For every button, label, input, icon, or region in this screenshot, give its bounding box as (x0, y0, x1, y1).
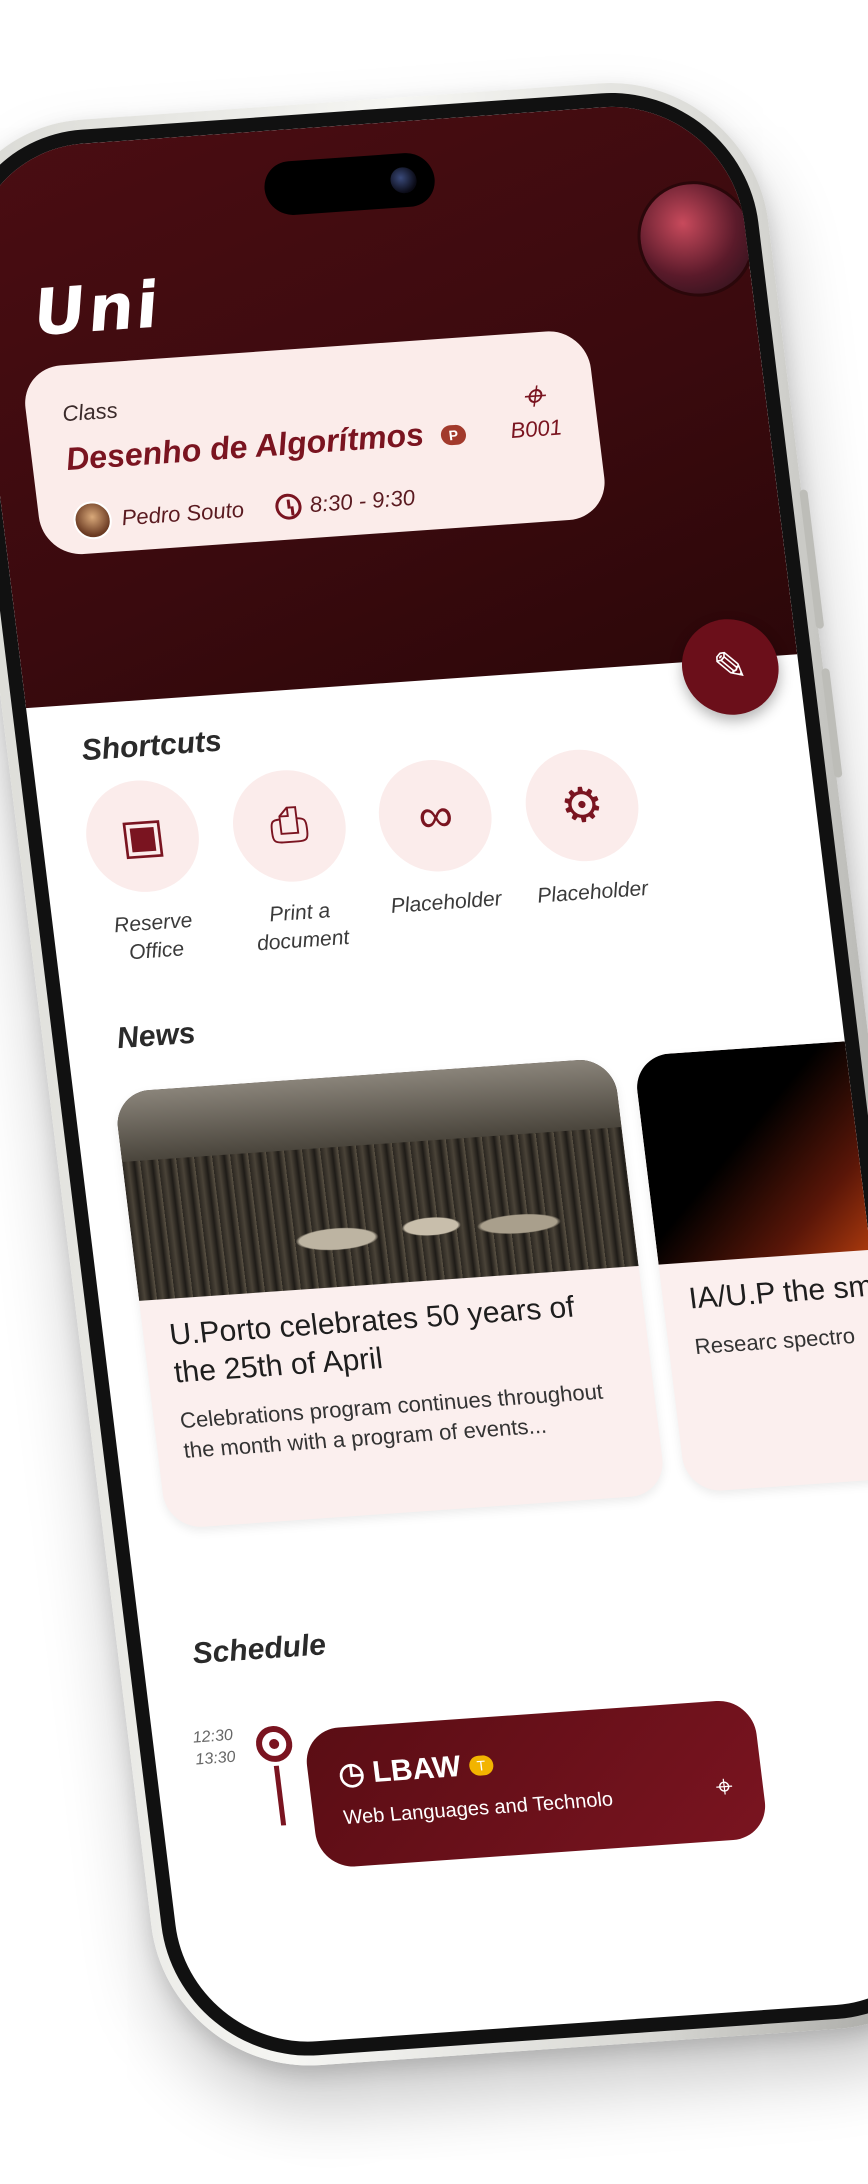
link-icon: ∞ (372, 756, 499, 876)
class-course-title: Desenho de Algorítmos P (64, 413, 468, 478)
current-class-card[interactable]: Class Desenho de Algorítmos P Pedro Sout… (20, 328, 610, 557)
shortcut-label: Print a document (255, 899, 351, 956)
class-location: ⌖ B001 (504, 373, 564, 444)
shortcut-print-document[interactable]: ⎙ Print a document (222, 766, 365, 959)
shortcut-label: Reserve Office (112, 908, 194, 965)
schedule-end: 13:30 (194, 1748, 237, 1769)
news-title: News (115, 1016, 198, 1056)
lesson-card[interactable]: ◷ LBAW T Web Languages and Technolo ⌖ (302, 1698, 770, 1869)
news-image (632, 1038, 868, 1265)
shortcut-placeholder-1[interactable]: ∞ Placeholder (369, 756, 512, 949)
timeline-dot (253, 1724, 295, 1764)
pencil-icon: ✎ (710, 643, 750, 690)
news-image (113, 1057, 639, 1301)
schedule-title: Schedule (190, 1628, 328, 1671)
clock-icon: ◷ (336, 1756, 367, 1792)
gear-icon: ⚙ (519, 745, 645, 865)
class-time-text: 8:30 - 9:30 (308, 484, 417, 518)
timeline-line (273, 1765, 287, 1826)
class-teacher-row: Pedro Souto 8:30 - 9:30 (71, 479, 417, 541)
teacher-name: Pedro Souto (120, 496, 246, 531)
news-carousel[interactable]: U.Porto celebrates 50 years of the 25th … (113, 1038, 868, 1549)
lesson-subject: Web Languages and Technolo (342, 1788, 615, 1830)
camera-lens (388, 166, 419, 195)
shortcut-label: Placeholder (389, 887, 503, 918)
shortcut-reserve-office[interactable]: ▣ Reserve Office (76, 776, 219, 969)
shortcut-label: Placeholder (535, 877, 650, 908)
class-type-badge: P (439, 423, 468, 446)
news-card[interactable]: U.Porto celebrates 50 years of the 25th … (113, 1057, 667, 1530)
location-pin-icon: ⌖ (518, 373, 547, 420)
lesson-code: LBAW (370, 1749, 463, 1789)
shortcuts-row: ▣ Reserve Office ⎙ Print a document ∞ Pl… (76, 745, 658, 970)
phone-device: Uni Class Desenho de Algorítmos P Pedro … (0, 72, 868, 2076)
class-room: B001 (508, 414, 564, 443)
news-card[interactable]: IA/U.P the sm Researc spectro (632, 1038, 868, 1493)
lesson-code-row: ◷ LBAW T (336, 1747, 495, 1793)
schedule-times: 12:30 13:30 (192, 1725, 237, 1771)
location-pin-icon: ⌖ (713, 1770, 735, 1805)
lesson-type-badge: T (467, 1754, 495, 1776)
teacher-avatar (71, 500, 114, 541)
course-name: Desenho de Algorítmos (63, 416, 426, 477)
uni-logo: Uni (29, 268, 164, 351)
stage: Uni Class Desenho de Algorítmos P Pedro … (0, 0, 868, 2184)
class-card-label: Class (60, 397, 119, 427)
class-time: 8:30 - 9:30 (274, 485, 416, 521)
shortcuts-title: Shortcuts (79, 724, 224, 768)
clock-icon (274, 492, 304, 521)
shortcut-placeholder-2[interactable]: ⚙ Placeholder (515, 745, 658, 939)
reserve-icon: ▣ (79, 776, 206, 896)
printer-icon: ⎙ (226, 766, 352, 886)
schedule-start: 12:30 (191, 1726, 234, 1747)
